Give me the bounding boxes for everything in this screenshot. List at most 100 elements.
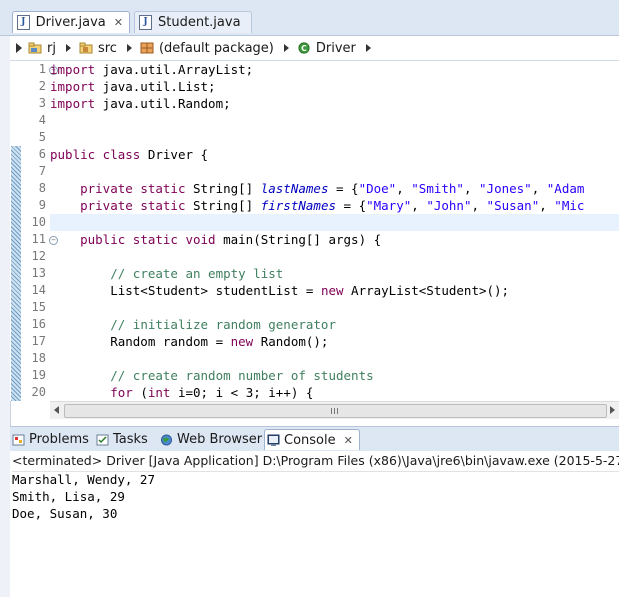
console-status-line: <terminated> Driver [Java Application] D…: [12, 451, 619, 472]
tab-label: Problems: [29, 432, 89, 447]
code-text: main(String[] args) {: [215, 232, 382, 247]
code-line[interactable]: private static String[] firstNames = {"M…: [50, 197, 619, 214]
code-line[interactable]: [50, 350, 619, 367]
line-number: 17: [31, 334, 46, 348]
line-number: 13: [31, 266, 46, 280]
code-text: java.util.List;: [95, 79, 216, 94]
code-line[interactable]: [50, 112, 619, 129]
breadcrumb-label: src: [97, 40, 117, 56]
breadcrumb-item-package[interactable]: (default package): [140, 41, 274, 56]
code-line[interactable]: // initialize random generator: [50, 316, 619, 333]
line-number: 1−: [22, 61, 58, 78]
line-number: 6: [38, 147, 46, 161]
comment: // initialize random generator: [110, 317, 336, 332]
editor-tab-bar: J Driver.java ✕ J Student.java: [0, 0, 619, 36]
breadcrumb-separator-icon[interactable]: [65, 44, 71, 52]
class-icon: C: [298, 42, 310, 54]
string-literal: "Smith": [411, 181, 464, 196]
code-line[interactable]: [50, 248, 619, 265]
breadcrumb-menu-icon[interactable]: [16, 43, 22, 53]
close-icon[interactable]: ✕: [344, 434, 353, 447]
code-line[interactable]: import java.util.ArrayList;: [50, 61, 619, 78]
breadcrumb-item-project[interactable]: rj: [28, 41, 56, 56]
console-output-line: Marshall, Wendy, 27: [12, 472, 155, 487]
code-area[interactable]: import java.util.ArrayList; import java.u…: [50, 61, 619, 401]
breadcrumb-item-class[interactable]: C Driver: [297, 41, 356, 56]
tab-tasks[interactable]: Tasks: [94, 429, 154, 450]
breadcrumb-label: Driver: [315, 40, 356, 56]
line-number: 7: [38, 164, 46, 178]
code-line[interactable]: public static void main(String[] args) {: [50, 231, 619, 248]
svg-text:C: C: [301, 44, 307, 53]
line-number: 12: [31, 249, 46, 263]
tab-label: Driver.java: [35, 15, 106, 30]
scroll-left-icon[interactable]: [54, 406, 59, 414]
line-number: 8: [38, 181, 46, 195]
code-line[interactable]: [50, 129, 619, 146]
breadcrumb-separator-icon[interactable]: [126, 44, 132, 52]
string-literal: "Mary": [366, 198, 412, 213]
string-literal: "John": [426, 198, 472, 213]
code-text: Random random =: [50, 334, 231, 349]
string-literal: "Jones": [479, 181, 532, 196]
vertical-ruler: [10, 61, 22, 401]
code-text: ,: [463, 181, 480, 196]
code-line[interactable]: import java.util.List;: [50, 78, 619, 95]
scroll-right-icon[interactable]: [610, 406, 615, 414]
breadcrumb-separator-icon[interactable]: [365, 44, 371, 52]
code-line[interactable]: for (int i=0; i < 3; i++) {: [50, 384, 619, 401]
code-line[interactable]: // create an empty list: [50, 265, 619, 282]
line-number: 11−: [22, 231, 58, 248]
code-line[interactable]: [50, 299, 619, 316]
keyword: import: [50, 62, 96, 77]
breadcrumb-item-src[interactable]: src: [79, 41, 117, 56]
code-line[interactable]: Random random = new Random();: [50, 333, 619, 350]
string-literal: "Mic: [554, 198, 585, 213]
console-view[interactable]: <terminated> Driver [Java Application] D…: [10, 451, 619, 597]
code-text: List<Student> studentList =: [50, 283, 321, 298]
breadcrumb-separator-icon[interactable]: [283, 44, 289, 52]
keyword: import: [50, 79, 96, 94]
line-number-ruler: 1−2 3 4 5 6 7 8 9 10 11−12 13 14 15 16 17 18 19 20: [22, 61, 58, 401]
tab-web-browser[interactable]: Web Browser: [158, 429, 268, 450]
horizontal-scrollbar[interactable]: [50, 401, 619, 419]
comment: // create random number of students: [110, 368, 374, 383]
close-icon[interactable]: ✕: [114, 16, 123, 29]
tab-label: Tasks: [113, 432, 148, 447]
code-text: Random();: [253, 334, 329, 349]
tab-console[interactable]: Console ✕: [264, 429, 360, 450]
tab-student-java[interactable]: J Student.java: [134, 11, 252, 33]
code-text: ArrayList<Student>();: [343, 283, 510, 298]
code-line[interactable]: [50, 214, 619, 231]
code-line[interactable]: // create random number of students: [50, 367, 619, 384]
code-line[interactable]: [50, 163, 619, 180]
java-file-icon: J: [17, 15, 30, 30]
line-number: 18: [31, 351, 46, 365]
code-editor[interactable]: 1−2 3 4 5 6 7 8 9 10 11−12 13 14 15 16 17 18 19 20 import…: [10, 61, 619, 401]
keyword: new: [320, 283, 344, 298]
code-text: String[]: [185, 181, 261, 196]
tab-problems[interactable]: Problems: [10, 429, 95, 450]
field-name: lastNames: [260, 181, 329, 196]
project-icon: [28, 42, 42, 54]
code-line[interactable]: private static String[] lastNames = {"Do…: [50, 180, 619, 197]
console-output-line: Smith, Lisa, 29: [12, 489, 125, 504]
code-line[interactable]: import java.util.Random;: [50, 95, 619, 112]
line-number: 2: [38, 79, 46, 93]
scroll-thumb[interactable]: [64, 404, 607, 418]
code-text: ,: [396, 181, 412, 196]
tab-label: Console: [284, 432, 336, 448]
code-text: ,: [471, 198, 487, 213]
tab-driver-java[interactable]: J Driver.java ✕: [12, 11, 130, 33]
tasks-icon: [96, 434, 109, 445]
string-literal: "Doe": [358, 181, 397, 196]
code-text: java.util.Random;: [95, 96, 231, 111]
keyword: private static: [80, 181, 186, 196]
code-line[interactable]: List<Student> studentList = new ArrayLis…: [50, 282, 619, 299]
code-line[interactable]: public class Driver {: [50, 146, 619, 163]
